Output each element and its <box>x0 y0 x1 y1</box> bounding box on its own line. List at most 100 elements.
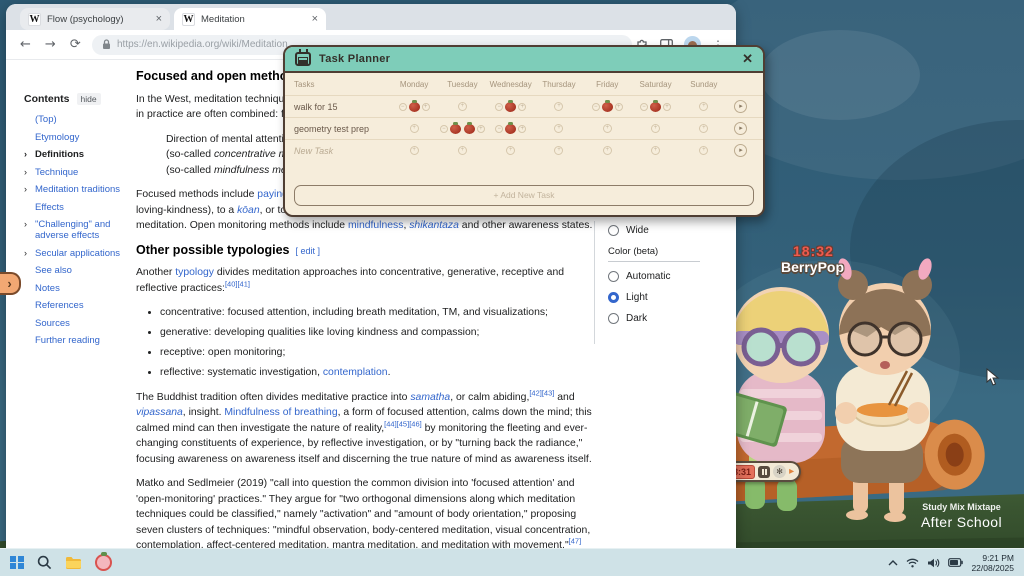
color-option-dark[interactable]: Dark <box>608 313 736 324</box>
row-action-button[interactable]: ▸ <box>734 144 748 157</box>
contents-hide-button[interactable]: hide <box>76 93 101 105</box>
side-panel-pull-handle[interactable]: › <box>0 272 21 295</box>
day-cell[interactable]: + <box>583 146 631 155</box>
add-mark-icon[interactable]: + <box>554 146 564 155</box>
color-option-light[interactable]: Light <box>608 292 736 303</box>
day-cell[interactable]: + <box>535 146 583 155</box>
wiki-link[interactable]: Mindfulness of breathing <box>224 407 337 418</box>
start-button-icon[interactable] <box>10 555 24 570</box>
add-mark-icon[interactable]: + <box>554 124 564 133</box>
tray-clock[interactable]: 9:21 PM 22/08/2025 <box>971 553 1014 573</box>
decrement-icon[interactable]: − <box>398 102 407 111</box>
edit-link[interactable]: [ edit ] <box>296 246 321 256</box>
decrement-icon[interactable]: − <box>591 102 600 111</box>
toc-item[interactable]: (Top) <box>24 114 136 125</box>
day-cell[interactable]: + <box>390 146 438 155</box>
task-planner-titlebar[interactable]: Task Planner ✕ <box>285 47 763 73</box>
reference-link[interactable]: [44][45][46] <box>384 419 422 428</box>
add-mark-icon[interactable]: + <box>409 124 419 133</box>
wiki-link[interactable]: vipassana <box>136 407 183 418</box>
toc-item[interactable]: › Technique <box>24 167 136 178</box>
close-icon[interactable]: ✕ <box>742 51 753 67</box>
day-cell[interactable]: + <box>631 146 679 155</box>
increment-icon[interactable]: + <box>614 102 623 111</box>
tab-meditation[interactable]: W Meditation × <box>174 8 326 30</box>
toc-item[interactable]: › "Challenging" and adverse effects <box>24 219 136 241</box>
toc-item[interactable]: Etymology <box>24 132 136 143</box>
chevron-icon[interactable]: › <box>24 248 27 259</box>
tray-chevron-icon[interactable] <box>888 559 898 566</box>
toc-item[interactable]: › Definitions <box>24 149 136 160</box>
toc-item[interactable]: › Secular applications <box>24 248 136 259</box>
battery-icon[interactable] <box>948 558 964 567</box>
reference-link[interactable]: [47] <box>569 537 582 546</box>
wiki-link[interactable]: samatha <box>410 392 450 403</box>
day-cell[interactable]: + <box>680 146 728 155</box>
add-mark-icon[interactable]: + <box>651 146 661 155</box>
snowflake-button[interactable]: ✻ <box>773 465 787 478</box>
wifi-icon[interactable] <box>906 558 919 568</box>
increment-icon[interactable]: + <box>663 102 672 111</box>
toc-item[interactable]: See also <box>24 265 136 276</box>
color-option-automatic[interactable]: Automatic <box>608 271 736 282</box>
day-cell[interactable]: + <box>535 124 583 133</box>
day-cell[interactable]: − + <box>487 121 535 134</box>
add-mark-icon[interactable]: + <box>554 102 564 111</box>
decrement-icon[interactable]: − <box>495 124 504 133</box>
day-cell[interactable]: − + <box>390 99 438 112</box>
back-icon[interactable]: ← <box>20 37 31 52</box>
search-icon[interactable] <box>37 555 52 570</box>
task-name[interactable]: walk for 15 <box>294 102 390 112</box>
day-cell[interactable]: − + <box>583 99 631 112</box>
add-mark-icon[interactable]: + <box>699 124 709 133</box>
decrement-icon[interactable]: − <box>640 102 649 111</box>
toc-item[interactable]: › Meditation traditions <box>24 184 136 195</box>
toc-item[interactable]: Sources <box>24 318 136 329</box>
wiki-link[interactable]: shikantaza <box>409 220 459 231</box>
chevron-icon[interactable]: › <box>24 184 27 195</box>
day-cell[interactable]: + <box>438 102 486 111</box>
add-new-task-button[interactable]: + Add New Task <box>294 185 754 206</box>
radio-unselected[interactable] <box>608 225 619 236</box>
decrement-icon[interactable]: − <box>495 102 504 111</box>
width-option-wide[interactable]: Wide <box>608 225 736 236</box>
wiki-link[interactable]: contemplation <box>323 367 388 378</box>
forward-icon[interactable]: → <box>45 37 56 52</box>
row-action-button[interactable]: ▸ <box>734 122 748 135</box>
day-cell[interactable]: + <box>583 124 631 133</box>
pause-button[interactable] <box>758 465 771 478</box>
task-planner-window[interactable]: Task Planner ✕ Tasks Monday Tuesday Wednesd… <box>283 45 765 217</box>
day-cell[interactable]: + <box>680 102 728 111</box>
reference-link[interactable]: [40][41] <box>225 279 250 288</box>
increment-icon[interactable]: + <box>518 102 527 111</box>
toc-item[interactable]: References <box>24 300 136 311</box>
player-next-icon[interactable]: ▸ <box>789 466 794 477</box>
day-cell[interactable]: − + <box>487 99 535 112</box>
radio-unselected[interactable] <box>608 271 619 282</box>
tab-close-icon[interactable]: × <box>156 13 162 25</box>
increment-icon[interactable]: + <box>518 124 527 133</box>
reload-icon[interactable]: ⟳ <box>70 37 81 52</box>
toc-item[interactable]: Effects <box>24 202 136 213</box>
increment-icon[interactable]: + <box>421 102 430 111</box>
add-mark-icon[interactable]: + <box>457 102 467 111</box>
add-mark-icon[interactable]: + <box>409 146 419 155</box>
radio-selected[interactable] <box>608 292 619 303</box>
wiki-link[interactable]: mindfulness <box>348 220 403 231</box>
toc-item[interactable]: Further reading <box>24 335 136 346</box>
add-mark-icon[interactable]: + <box>457 146 467 155</box>
day-cell[interactable]: + <box>390 124 438 133</box>
row-action-button[interactable]: ▸ <box>734 100 748 113</box>
add-mark-icon[interactable]: + <box>699 102 709 111</box>
tab-close-icon[interactable]: × <box>312 13 318 25</box>
add-mark-icon[interactable]: + <box>506 146 516 155</box>
day-cell[interactable]: + <box>438 146 486 155</box>
wiki-link[interactable]: kōan <box>237 205 260 216</box>
chevron-icon[interactable]: › <box>24 219 27 230</box>
add-mark-icon[interactable]: + <box>602 124 612 133</box>
tab-flow-psychology[interactable]: W Flow (psychology) × <box>20 8 170 30</box>
add-mark-icon[interactable]: + <box>651 124 661 133</box>
add-mark-icon[interactable]: + <box>602 146 612 155</box>
day-cell[interactable]: + <box>487 146 535 155</box>
task-name[interactable]: geometry test prep <box>294 124 390 134</box>
